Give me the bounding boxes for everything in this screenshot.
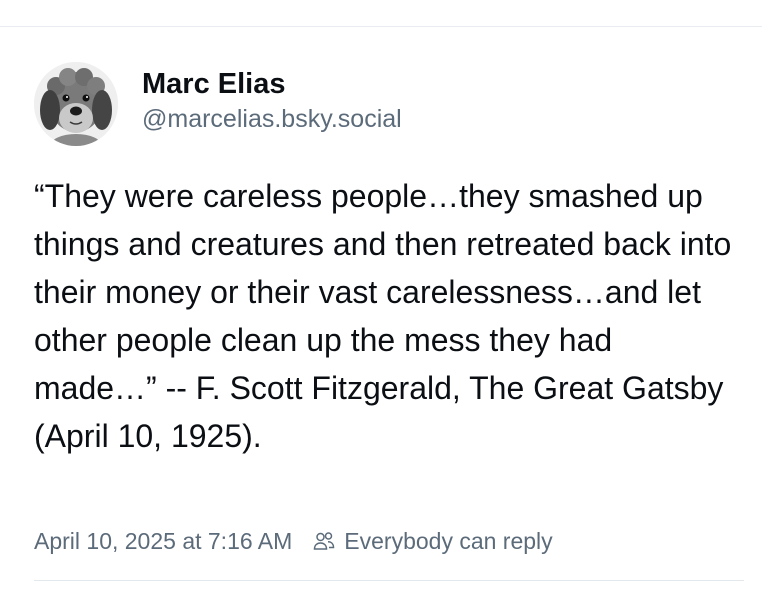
post-text: “They were careless people…they smashed … <box>34 178 732 454</box>
people-icon <box>312 529 336 553</box>
post-timestamp[interactable]: April 10, 2025 at 7:16 AM <box>34 526 292 556</box>
avatar[interactable] <box>34 62 118 146</box>
dog-avatar-icon <box>34 62 118 146</box>
author-names: Marc Elias @marcelias.bsky.social <box>142 66 402 136</box>
post-author[interactable]: Marc Elias @marcelias.bsky.social <box>34 60 734 148</box>
post-thread-item: Marc Elias @marcelias.bsky.social “They … <box>34 60 734 554</box>
reply-setting[interactable]: Everybody can reply <box>344 526 552 556</box>
top-divider <box>0 26 762 27</box>
author-display-name[interactable]: Marc Elias <box>142 66 402 102</box>
post-meta: April 10, 2025 at 7:16 AM Everybody can … <box>34 526 553 556</box>
bottom-divider <box>34 580 744 581</box>
author-handle[interactable]: @marcelias.bsky.social <box>142 102 402 136</box>
